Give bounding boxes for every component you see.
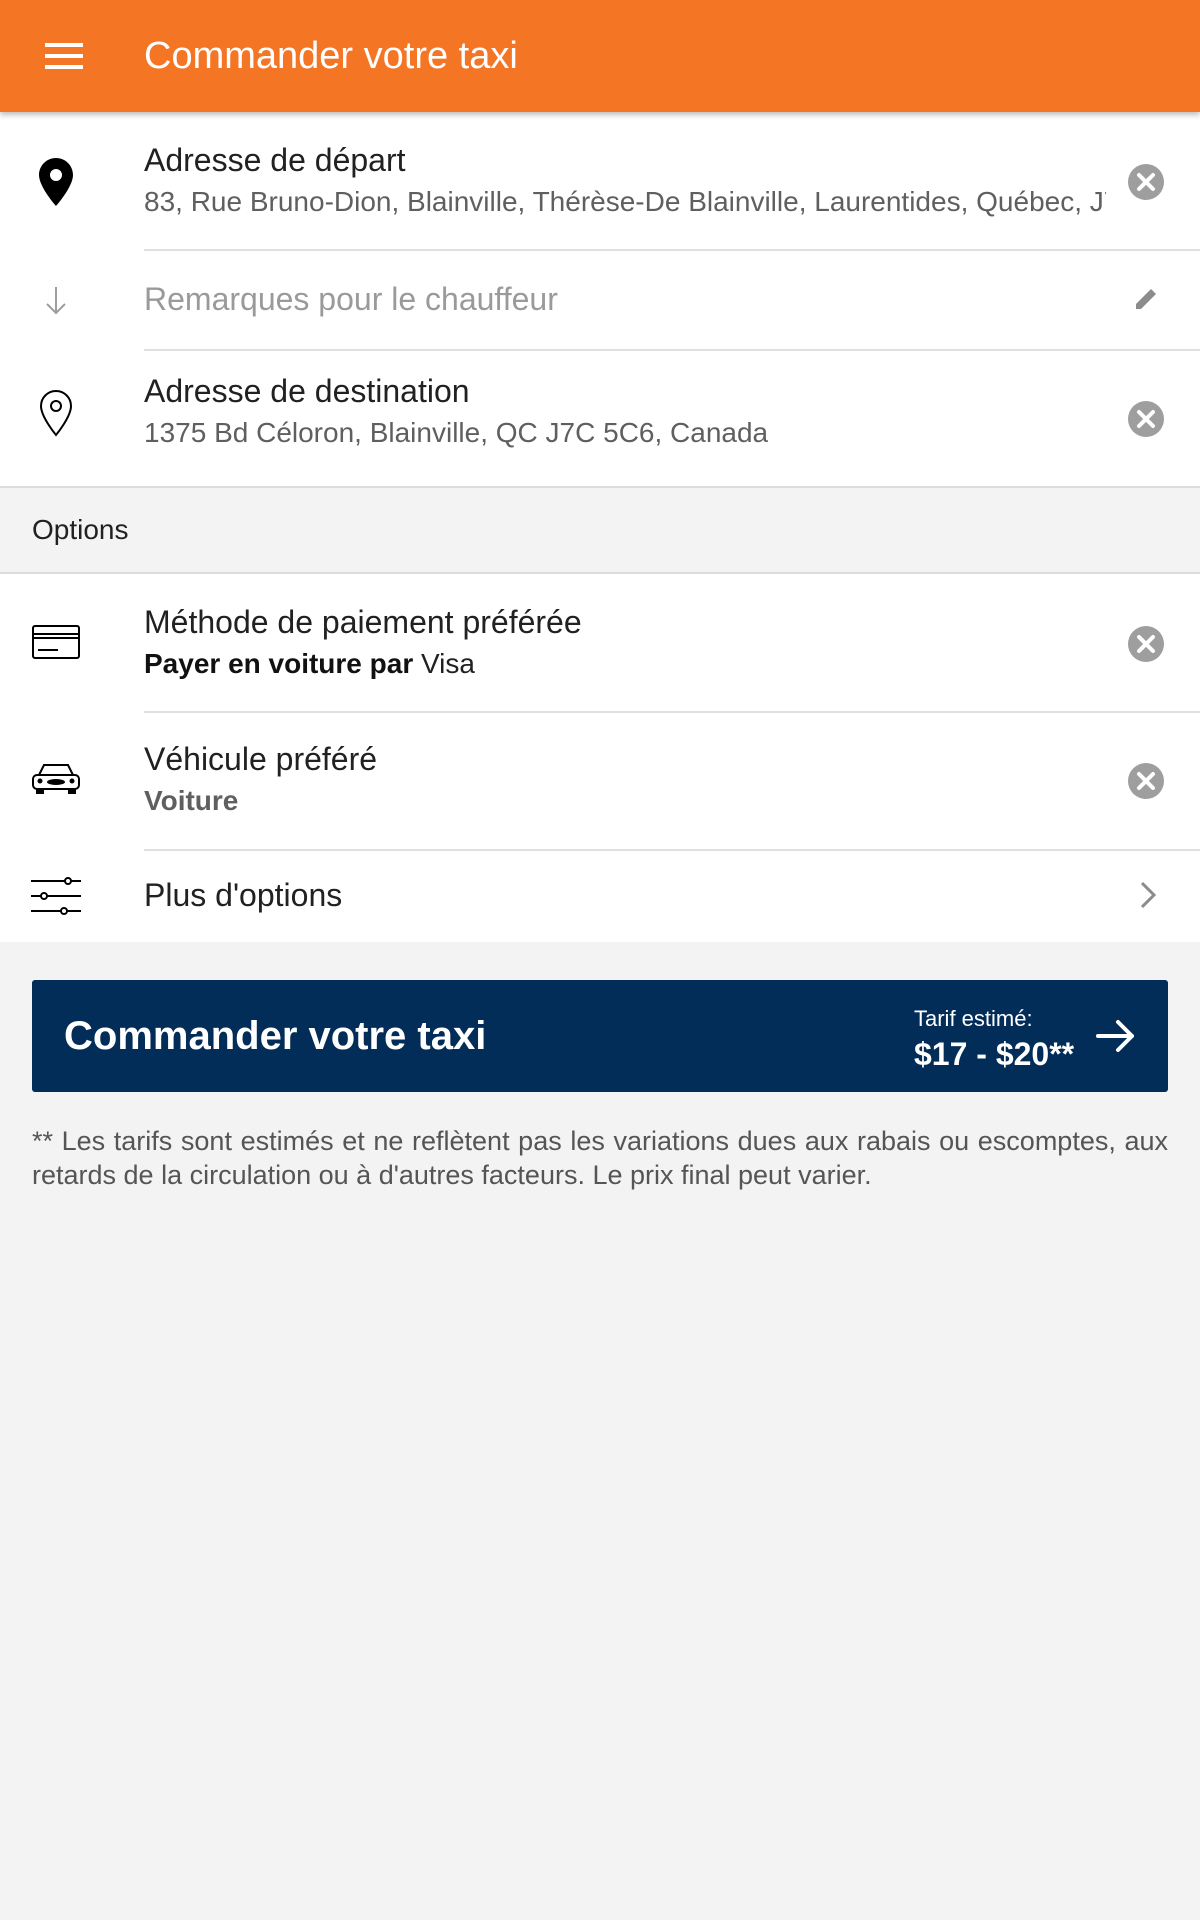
order-taxi-button[interactable]: Commander votre taxi Tarif estimé: $17 -… bbox=[32, 980, 1168, 1092]
clear-payment-icon[interactable] bbox=[1126, 624, 1166, 664]
destination-address-value: 1375 Bd Céloron, Blainville, QC J7C 5C6,… bbox=[144, 417, 769, 448]
driver-notes-field[interactable]: Remarques pour le chauffeur bbox=[144, 281, 558, 318]
arrow-down-icon bbox=[26, 281, 86, 321]
vehicle-value: Voiture bbox=[144, 785, 239, 816]
options-section-title: Options bbox=[32, 514, 129, 545]
options-list: Méthode de paiement préférée Payer en vo… bbox=[0, 574, 1200, 942]
pickup-address-row[interactable]: Adresse de départ 83, Rue Bruno-Dion, Bl… bbox=[0, 112, 1200, 250]
payment-method-card: Visa bbox=[421, 648, 475, 679]
pickup-label: Adresse de départ bbox=[144, 142, 406, 178]
location-pin-outline-icon bbox=[26, 387, 86, 439]
fare-estimate-value: $17 - $20** bbox=[914, 1036, 1075, 1072]
credit-card-icon bbox=[26, 622, 86, 662]
location-pin-filled-icon bbox=[26, 156, 86, 208]
pickup-address-value: 83, Rue Bruno-Dion, Blainville, Thérèse-… bbox=[144, 186, 1106, 217]
car-icon bbox=[26, 759, 86, 799]
clear-vehicle-icon[interactable] bbox=[1126, 761, 1166, 801]
fare-estimate-label: Tarif estimé: bbox=[914, 1006, 1033, 1031]
hamburger-menu-icon[interactable] bbox=[34, 32, 94, 80]
order-taxi-button-label: Commander votre taxi bbox=[64, 1014, 487, 1058]
more-options-row[interactable]: Plus d'options bbox=[0, 851, 1200, 942]
chevron-right-icon[interactable] bbox=[1126, 875, 1166, 915]
more-options-label: Plus d'options bbox=[144, 877, 343, 913]
sliders-icon bbox=[26, 875, 86, 917]
driver-notes-row[interactable]: Remarques pour le chauffeur bbox=[0, 251, 1200, 349]
destination-label: Adresse de destination bbox=[144, 373, 470, 409]
destination-address-row[interactable]: Adresse de destination 1375 Bd Céloron, … bbox=[0, 351, 1200, 486]
vehicle-row[interactable]: Véhicule préféré Voiture bbox=[0, 713, 1200, 849]
payment-method-label: Méthode de paiement préférée bbox=[144, 604, 582, 640]
payment-method-prefix: Payer en voiture par bbox=[144, 648, 414, 679]
payment-method-row[interactable]: Méthode de paiement préférée Payer en vo… bbox=[0, 574, 1200, 712]
arrow-right-icon bbox=[1094, 1014, 1138, 1058]
payment-method-value: Payer en voiture par Visa bbox=[144, 648, 475, 680]
vehicle-label: Véhicule préféré bbox=[144, 741, 378, 777]
page-title: Commander votre taxi bbox=[144, 35, 518, 77]
options-section-header: Options bbox=[0, 488, 1200, 574]
fare-disclaimer: ** Les tarifs sont estimés et ne reflète… bbox=[32, 1126, 1168, 1190]
app-bar: Commander votre taxi bbox=[0, 0, 1200, 112]
route-card: Adresse de départ 83, Rue Bruno-Dion, Bl… bbox=[0, 112, 1200, 488]
clear-destination-icon[interactable] bbox=[1126, 399, 1166, 439]
pencil-icon[interactable] bbox=[1126, 279, 1166, 319]
clear-pickup-icon[interactable] bbox=[1126, 162, 1166, 202]
